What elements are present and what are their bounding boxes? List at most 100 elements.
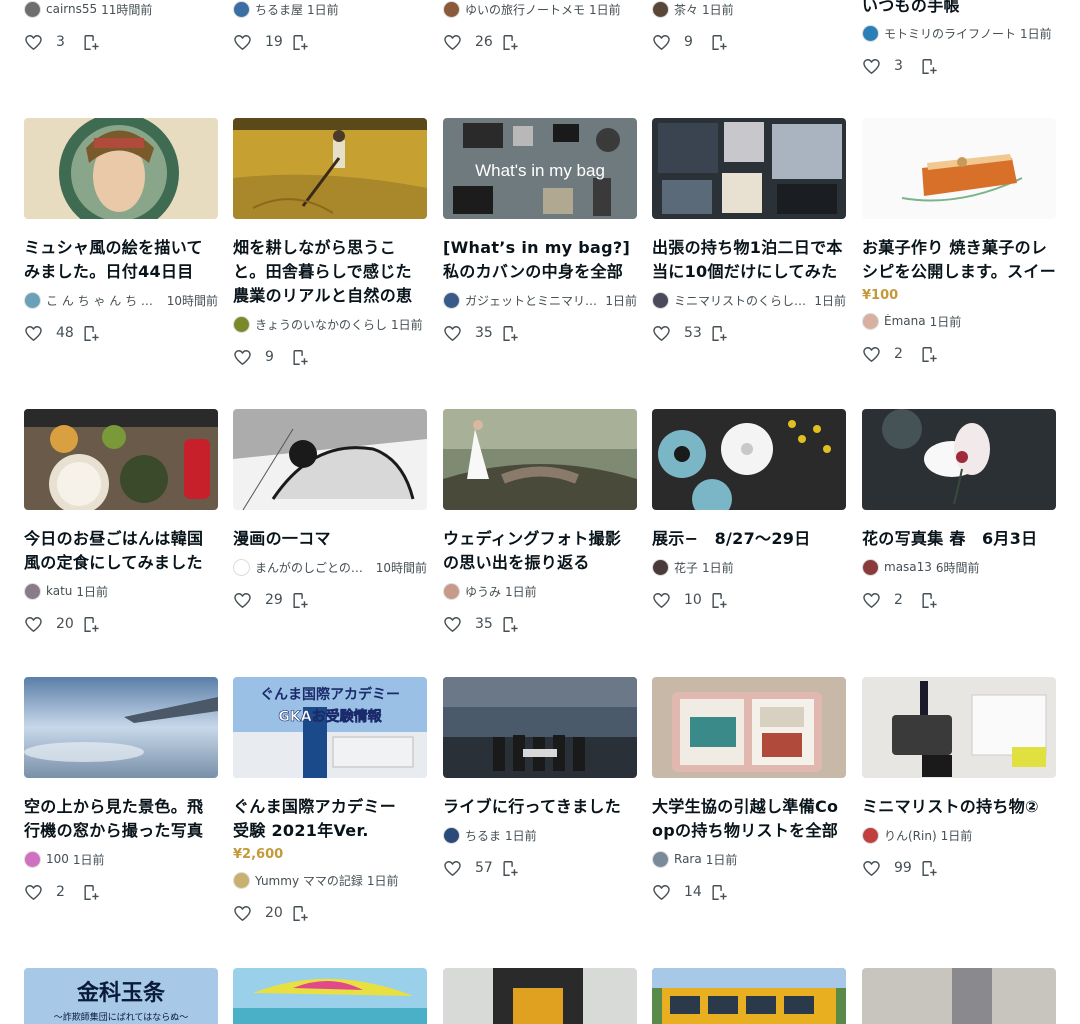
note-title[interactable]: お菓子作り 焼き菓子のレシピを公開します。スイーツ [862, 236, 1056, 284]
note-title[interactable]: 大学生協の引越し準備Coopの持ち物リストを全部公開してみた [652, 795, 846, 843]
thumbnail-image[interactable] [652, 677, 846, 778]
add-to-magazine-icon[interactable] [80, 615, 101, 634]
avatar[interactable] [652, 0, 669, 18]
heart-icon[interactable] [862, 57, 881, 76]
avatar[interactable] [862, 24, 879, 42]
thumbnail-image[interactable] [862, 677, 1056, 778]
add-to-magazine-icon[interactable] [289, 33, 310, 52]
author-name[interactable]: 100 [46, 852, 69, 866]
add-to-magazine-icon[interactable] [499, 33, 520, 52]
heart-icon[interactable] [862, 345, 881, 364]
add-to-magazine-icon[interactable] [918, 591, 939, 610]
note-title[interactable]: 空の上から見た景色。飛行機の窓から撮った写真です [24, 795, 218, 843]
heart-icon[interactable] [443, 324, 462, 343]
note-title[interactable]: ミュシャ風の絵を描いてみました。日付44日目 [24, 236, 218, 284]
author-name[interactable]: Émana [884, 314, 926, 328]
heart-icon[interactable] [862, 591, 881, 610]
avatar[interactable] [24, 291, 41, 309]
add-to-magazine-icon[interactable] [289, 591, 310, 610]
add-to-magazine-icon[interactable] [708, 33, 729, 52]
author-name[interactable]: まんがのしごとのひとりごとのブログ [255, 559, 372, 576]
avatar[interactable] [24, 850, 41, 868]
note-card[interactable]: お菓子作り 焼き菓子のレシピを公開します。スイーツ ¥100 Émana1日前 2 [862, 118, 1056, 366]
author-name[interactable]: モトミリのライフノート [884, 25, 1016, 42]
author-name[interactable]: ガジェットとミニマリスト [465, 292, 601, 309]
note-card[interactable]: 大学生協の引越し準備Coopの持ち物リストを全部公開してみた Rara1日前 14 [652, 677, 846, 904]
note-card[interactable]: 金科玉条 〜詐欺師集団にばれてはならぬ〜 [24, 968, 218, 1024]
add-to-magazine-icon[interactable] [708, 883, 729, 902]
avatar[interactable] [652, 558, 669, 576]
avatar[interactable] [443, 0, 460, 18]
thumbnail-image[interactable] [443, 968, 637, 1024]
thumbnail-image[interactable] [24, 677, 218, 778]
thumbnail-image[interactable] [862, 118, 1056, 219]
note-card[interactable]: ミニマリストの持ち物② お財布編りん(Rin)1日前 99 [862, 677, 1056, 880]
heart-icon[interactable] [233, 591, 252, 610]
add-to-magazine-icon[interactable] [499, 324, 520, 343]
author-name[interactable]: きょうのいなかのくらし [255, 316, 387, 333]
thumbnail-image[interactable] [862, 968, 1056, 1024]
author-name[interactable]: Rara [674, 852, 702, 866]
heart-icon[interactable] [233, 904, 252, 923]
heart-icon[interactable] [443, 859, 462, 878]
add-to-magazine-icon[interactable] [499, 859, 520, 878]
thumbnail-image[interactable] [652, 968, 846, 1024]
heart-icon[interactable] [24, 883, 43, 902]
author-name[interactable]: ちるま [465, 827, 501, 844]
avatar[interactable] [233, 0, 250, 18]
avatar[interactable] [233, 871, 250, 889]
note-title[interactable]: 今日のお昼ごはんは韓国風の定食にしてみました [24, 527, 218, 575]
author-name[interactable]: masa13 [884, 560, 932, 574]
avatar[interactable] [862, 312, 879, 330]
author-name[interactable]: 花子 [674, 559, 698, 576]
thumbnail-image[interactable] [233, 409, 427, 510]
heart-icon[interactable] [652, 591, 671, 610]
author-name[interactable]: cairns55 [46, 2, 97, 16]
author-name[interactable]: ミニマリストのくらしメモ [674, 292, 810, 309]
note-title[interactable]: 漫画の一コマ [233, 527, 427, 551]
thumbnail-image[interactable] [233, 968, 427, 1024]
avatar[interactable] [233, 558, 250, 576]
note-title[interactable]: ライブに行ってきました [443, 795, 637, 819]
thumbnail-image[interactable] [233, 118, 427, 219]
author-name[interactable]: ちるま屋 [255, 1, 303, 18]
note-card[interactable] [652, 968, 846, 1024]
heart-icon[interactable] [233, 33, 252, 52]
add-to-magazine-icon[interactable] [708, 324, 729, 343]
note-title[interactable]: 展示− 8/27〜29日 [652, 527, 846, 551]
note-card[interactable]: 花の写真集 春 6月3日 2 masa136時間前 2 [862, 409, 1056, 612]
add-to-magazine-icon[interactable] [708, 591, 729, 610]
add-to-magazine-icon[interactable] [918, 345, 939, 364]
heart-icon[interactable] [652, 33, 671, 52]
author-name[interactable]: 茶々 [674, 1, 698, 18]
note-title[interactable]: 花の写真集 春 6月3日 2 [862, 527, 1056, 551]
avatar[interactable] [24, 0, 41, 18]
note-card[interactable]: ミュシャ風の絵を描いてみました。日付44日目こ ん ち ゃ ん ち ゃ ん ち … [24, 118, 218, 345]
note-title[interactable]: [What’s in my bag?] 私のカバンの中身を全部紹介します [443, 236, 637, 284]
note-card[interactable]: 展示− 8/27〜29日 花子 1日前 10 [652, 409, 846, 612]
add-to-magazine-icon[interactable] [499, 615, 520, 634]
note-card[interactable]: ぐんま国際アカデミー GKAお受験情報 ぐんま国際アカデミー 受験 2021年Ver… [233, 677, 427, 925]
heart-icon[interactable] [652, 324, 671, 343]
note-card[interactable] [862, 968, 1056, 1024]
thumbnail-image[interactable] [443, 677, 637, 778]
heart-icon[interactable] [862, 859, 881, 878]
avatar[interactable] [652, 291, 669, 309]
thumbnail-image[interactable] [443, 409, 637, 510]
add-to-magazine-icon[interactable] [80, 883, 101, 902]
heart-icon[interactable] [443, 615, 462, 634]
avatar[interactable] [443, 826, 460, 844]
author-name[interactable]: りん(Rin) [884, 827, 937, 844]
author-name[interactable]: katu [46, 584, 72, 598]
note-card[interactable]: 畑を耕しながら思うこと。田舎暮らしで感じた農業のリアルと自然の恵みについて考える… [233, 118, 427, 369]
thumbnail-image[interactable] [652, 409, 846, 510]
add-to-magazine-icon[interactable] [918, 57, 939, 76]
note-card[interactable]: ウェディングフォト撮影の思い出を振り返る ゆうみ 1日前 35 [443, 409, 637, 636]
note-card[interactable]: ライブに行ってきました ちるま 1日前 57 [443, 677, 637, 880]
avatar[interactable] [862, 558, 879, 576]
add-to-magazine-icon[interactable] [80, 33, 101, 52]
avatar[interactable] [443, 291, 460, 309]
author-name[interactable]: ゆうみ [465, 583, 501, 600]
author-name[interactable]: こ ん ち ゃ ん ち ゃ ん ち ゃ ん [46, 292, 163, 309]
note-title[interactable]: ぐんま国際アカデミー 受験 2021年Ver. [233, 795, 427, 843]
